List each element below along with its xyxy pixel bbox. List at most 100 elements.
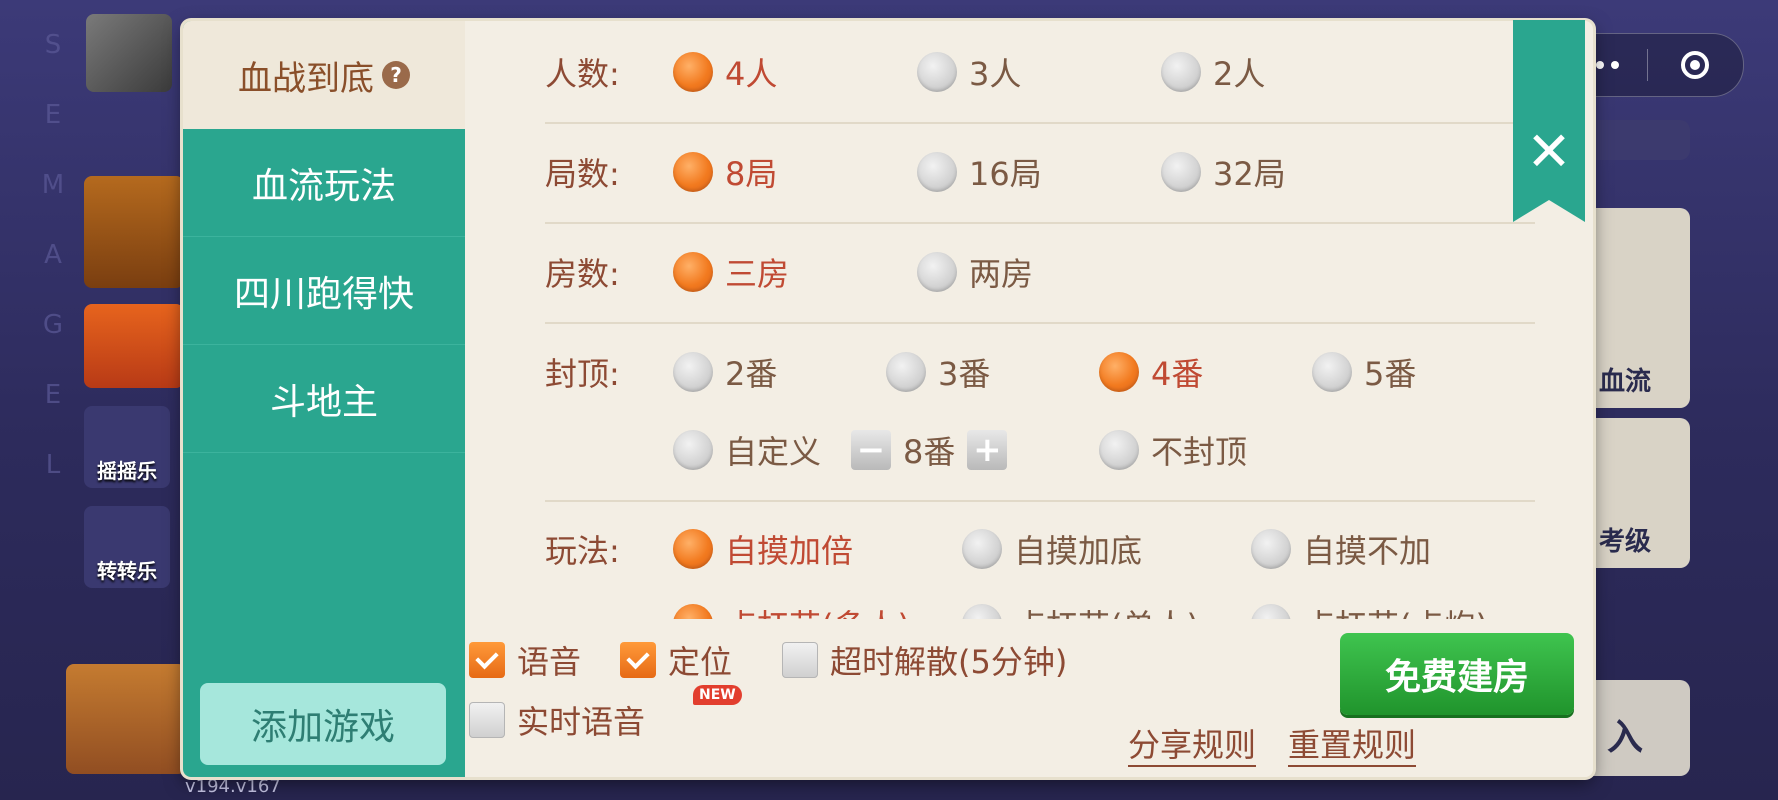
plus-button[interactable]: + (967, 430, 1008, 470)
dot-icon (1596, 61, 1604, 69)
option-label: 自摸不加 (1303, 532, 1432, 570)
treasure-chest-tile[interactable] (84, 176, 184, 288)
option-cap-2[interactable]: 2番 (673, 349, 777, 395)
option-self-draw-double[interactable]: 自摸加倍 (673, 526, 853, 572)
sidebar-item-selected[interactable]: 血战到底 ? (183, 21, 465, 129)
option-cap-5[interactable]: 5番 (1312, 349, 1416, 395)
reset-rules-link[interactable]: 重置规则 (1288, 725, 1417, 767)
radio[interactable] (1161, 52, 1201, 92)
create-room-button[interactable]: 免费建房 (1340, 633, 1574, 715)
radio[interactable] (1251, 604, 1291, 619)
minus-button[interactable]: − (851, 430, 891, 470)
spin-game-tile[interactable]: 转转乐 (84, 506, 170, 588)
sidebar-item-doudizhu[interactable]: 斗地主 (183, 345, 465, 453)
option-label: 3人 (969, 55, 1022, 93)
version-label: v194.v167 (185, 776, 281, 797)
avatar[interactable] (86, 14, 172, 92)
option-three-rooms[interactable]: 三房 (673, 249, 789, 295)
add-game-button[interactable]: 添加游戏 (200, 683, 446, 765)
radio[interactable] (1099, 430, 1139, 470)
shop-cart-tile[interactable] (66, 664, 186, 774)
option-label: 3番 (938, 355, 991, 393)
radio[interactable] (962, 529, 1002, 569)
option-label: 点杠花(单人) (1014, 601, 1199, 619)
radio-checked[interactable] (673, 52, 713, 92)
option-cap-3[interactable]: 3番 (886, 349, 990, 395)
close-button[interactable]: ✕ (1513, 20, 1585, 222)
radio-checked[interactable] (1099, 352, 1139, 392)
shake-game-tile[interactable]: 摇摇乐 (84, 406, 170, 488)
radio-checked[interactable] (673, 529, 713, 569)
location-checkbox[interactable]: 定位 (620, 637, 732, 683)
radio-checked[interactable] (673, 252, 713, 292)
radio[interactable] (917, 152, 957, 192)
sidebar-item-label: 血流玩法 (251, 165, 396, 207)
realtime-voice-checkbox[interactable]: 实时语音 NEW (469, 685, 742, 743)
bg-letter: E (44, 380, 62, 410)
option-3-players[interactable]: 3人 (917, 49, 1021, 95)
option-label: 点杠花(点炮) (1303, 601, 1488, 619)
option-8-rounds[interactable]: 8局 (673, 149, 777, 195)
checkbox-checked[interactable] (620, 642, 656, 678)
option-label: 8局 (725, 155, 778, 193)
option-cap-custom[interactable]: 自定义 (673, 427, 821, 473)
radio[interactable] (962, 604, 1002, 619)
voice-checkbox[interactable]: 语音 (469, 637, 581, 683)
option-label: 4人 (725, 55, 778, 93)
option-kong-discard[interactable]: 点杠花(点炮) (1251, 601, 1488, 619)
option-cap-4[interactable]: 4番 (1099, 349, 1203, 395)
sidebar-item-xueliu[interactable]: 血流玩法 (183, 129, 465, 237)
exit-button[interactable] (1648, 34, 1742, 96)
checkbox-label: 实时语音 (517, 703, 646, 741)
radio[interactable] (673, 352, 713, 392)
radio[interactable] (917, 52, 957, 92)
radio[interactable] (917, 252, 957, 292)
radio-checked[interactable] (673, 152, 713, 192)
game-sidebar: 血战到底 ? 血流玩法 四川跑得快 斗地主 添加游戏 (183, 21, 465, 777)
month-card-tile[interactable] (84, 304, 184, 388)
custom-cap-stepper[interactable]: − 8番 + (851, 427, 1008, 473)
cap-row-2: 自定义 − 8番 + 不封顶 (483, 425, 1523, 475)
sidebar-item-paodekuai[interactable]: 四川跑得快 (183, 237, 465, 345)
option-label: 16局 (969, 155, 1042, 193)
bg-letter: A (44, 240, 62, 270)
option-32-rounds[interactable]: 32局 (1161, 149, 1286, 195)
option-4-players[interactable]: 4人 (673, 49, 777, 95)
radio[interactable] (1312, 352, 1352, 392)
option-label: 2番 (725, 355, 778, 393)
radio[interactable] (673, 430, 713, 470)
divider (545, 122, 1535, 124)
question-icon[interactable]: ? (382, 61, 410, 89)
timeout-checkbox[interactable]: 超时解散(5分钟) (782, 637, 1067, 683)
checkbox[interactable] (469, 702, 505, 738)
option-no-cap[interactable]: 不封顶 (1099, 427, 1247, 473)
option-2-players[interactable]: 2人 (1161, 49, 1265, 95)
option-label: 点杠花(多人) (725, 601, 910, 619)
bg-letter: M (41, 170, 65, 200)
radio-checked[interactable] (673, 604, 713, 619)
rooms-row: 房数: 三房 两房 (483, 247, 1523, 297)
option-kong-single[interactable]: 点杠花(单人) (962, 601, 1199, 619)
option-two-rooms[interactable]: 两房 (917, 249, 1033, 295)
checkbox-checked[interactable] (469, 642, 505, 678)
radio[interactable] (886, 352, 926, 392)
option-self-draw-none[interactable]: 自摸不加 (1251, 526, 1431, 572)
sidebar-item-label: 斗地主 (269, 381, 378, 423)
share-rules-link[interactable]: 分享规则 (1128, 725, 1257, 767)
option-kong-multi[interactable]: 点杠花(多人) (673, 601, 910, 619)
play-row: 玩法: 自摸加倍 自摸加底 自摸不加 (483, 524, 1523, 574)
option-label: 自摸加底 (1014, 532, 1143, 570)
row-label: 人数: (545, 55, 620, 93)
radio[interactable] (1251, 529, 1291, 569)
tile-caption: 摇摇乐 (97, 459, 157, 483)
bg-letter: E (44, 100, 62, 130)
checkbox[interactable] (782, 642, 818, 678)
option-label: 不封顶 (1151, 433, 1248, 471)
rules-panel: 人数: 4人 3人 2人 局数: 8局 16局 32局 房数: 三房 两房 封顶… (483, 21, 1563, 619)
background-vertical-games-text: S E M A G E L (38, 30, 68, 480)
option-label: 三房 (725, 255, 790, 293)
radio[interactable] (1161, 152, 1201, 192)
option-self-draw-base[interactable]: 自摸加底 (962, 526, 1142, 572)
option-16-rounds[interactable]: 16局 (917, 149, 1042, 195)
target-icon (1681, 51, 1709, 79)
